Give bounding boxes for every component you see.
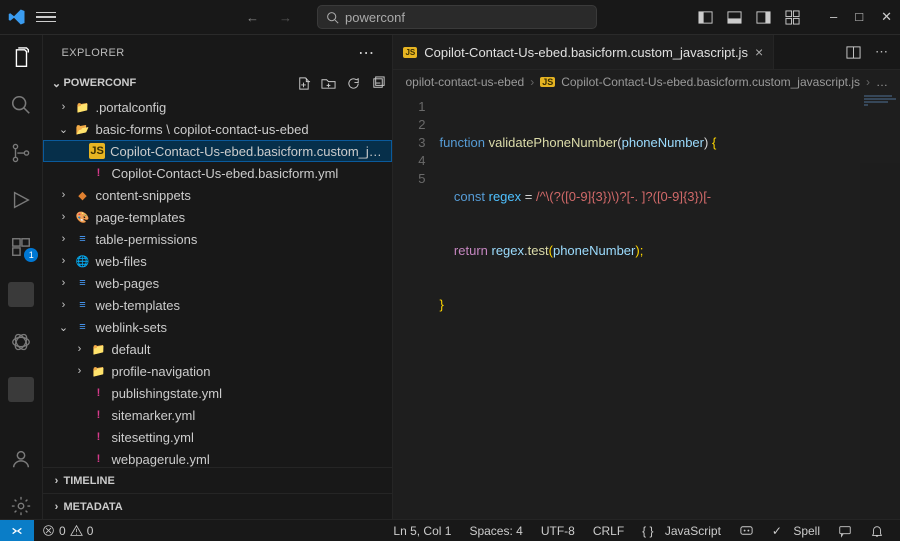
command-center-search[interactable]: powerconf	[317, 5, 597, 29]
code-content[interactable]: function validatePhoneNumber(phoneNumber…	[439, 94, 900, 519]
vscode-logo-icon	[8, 8, 26, 26]
remote-indicator[interactable]	[0, 520, 34, 541]
tree-item[interactable]: ›≡table-permissions	[43, 228, 392, 250]
activity-extensions-icon[interactable]: 1	[8, 235, 34, 260]
explorer-title: EXPLORER	[61, 47, 124, 59]
js-file-icon: JS	[540, 77, 555, 87]
refresh-icon[interactable]	[346, 76, 361, 91]
tree-item[interactable]: ›◆content-snippets	[43, 184, 392, 206]
minimap[interactable]	[860, 94, 900, 519]
activity-run-debug-icon[interactable]	[8, 187, 34, 212]
breadcrumb-seg[interactable]: opilot-contact-us-ebed	[405, 75, 524, 89]
timeline-section[interactable]: › TIMELINE	[43, 467, 392, 493]
tree-item[interactable]: ⌄📂basic-forms \ copilot-contact-us-ebed	[43, 118, 392, 140]
tree-item[interactable]: ›≡web-pages	[43, 272, 392, 294]
js-file-icon: JS	[403, 47, 417, 58]
activity-placeholder-2[interactable]	[8, 377, 34, 402]
explorer-more-icon[interactable]: ⋯	[358, 43, 374, 63]
window-close-icon[interactable]: ✕	[881, 9, 892, 25]
tab-close-icon[interactable]: ×	[755, 44, 763, 60]
activity-bar: 1	[0, 35, 43, 519]
tree-item[interactable]: ›🎨page-templates	[43, 206, 392, 228]
explorer-sidebar: EXPLORER ⋯ ⌄ POWERCONF ›📁.portalconfig⌄📂…	[43, 35, 393, 519]
layout-panel-right-icon[interactable]	[756, 10, 771, 25]
tree-item[interactable]: JSCopilot-Contact-Us-ebed.basicform.cust…	[43, 140, 392, 162]
status-indent[interactable]: Spaces: 4	[461, 524, 530, 538]
breadcrumb-seg[interactable]: Copilot-Contact-Us-ebed.basicform.custom…	[561, 75, 860, 89]
layout-panel-left-icon[interactable]	[698, 10, 713, 25]
timeline-label: TIMELINE	[63, 475, 114, 487]
root-folder-label: POWERCONF	[63, 77, 136, 89]
nav-forward-icon[interactable]: →	[279, 10, 292, 25]
window-maximize-icon[interactable]: □	[855, 9, 863, 25]
editor-more-icon[interactable]: ⋯	[875, 44, 888, 60]
chevron-right-icon: ›	[49, 475, 63, 487]
activity-source-control-icon[interactable]	[8, 140, 34, 165]
new-folder-icon[interactable]	[321, 76, 336, 91]
activity-accounts-icon[interactable]	[8, 446, 34, 471]
status-bar: 0 0 Ln 5, Col 1 Spaces: 4 UTF-8 CRLF { }…	[0, 519, 900, 541]
activity-settings-icon[interactable]	[8, 494, 34, 519]
tab-bar: JS Copilot-Contact-Us-ebed.basicform.cus…	[393, 35, 900, 70]
editor-tab[interactable]: JS Copilot-Contact-Us-ebed.basicform.cus…	[393, 35, 774, 69]
layout-customize-icon[interactable]	[785, 10, 800, 25]
hamburger-menu-icon[interactable]	[36, 12, 56, 23]
activity-placeholder-1[interactable]	[8, 282, 34, 307]
tree-item[interactable]: !Copilot-Contact-Us-ebed.basicform.yml	[43, 162, 392, 184]
breadcrumb-more[interactable]: …	[876, 75, 888, 89]
tree-item[interactable]: !publishingstate.yml	[43, 382, 392, 404]
code-editor[interactable]: 12345 function validatePhoneNumber(phone…	[393, 94, 900, 519]
breadcrumb[interactable]: opilot-contact-us-ebed › JS Copilot-Cont…	[393, 70, 900, 94]
metadata-section[interactable]: › METADATA	[43, 493, 392, 519]
file-tree[interactable]: ›📁.portalconfig⌄📂basic-forms \ copilot-c…	[43, 96, 392, 467]
search-text: powerconf	[345, 10, 405, 25]
tree-item[interactable]: !webpagerule.yml	[43, 448, 392, 467]
tree-item[interactable]: ›📁.portalconfig	[43, 96, 392, 118]
split-editor-icon[interactable]	[846, 45, 861, 60]
activity-explorer-icon[interactable]	[8, 45, 34, 70]
error-icon	[42, 524, 55, 537]
tree-item[interactable]: ›📁default	[43, 338, 392, 360]
status-copilot-icon[interactable]	[731, 523, 762, 538]
new-file-icon[interactable]	[296, 76, 311, 91]
tab-label: Copilot-Contact-Us-ebed.basicform.custom…	[424, 45, 748, 60]
title-bar: ← → powerconf – □ ✕	[0, 0, 900, 35]
tree-item[interactable]: ›≡web-templates	[43, 294, 392, 316]
tree-item[interactable]: ›🌐web-files	[43, 250, 392, 272]
search-icon	[326, 11, 339, 24]
collapse-all-icon[interactable]	[371, 76, 386, 91]
status-notifications-icon[interactable]	[862, 524, 892, 538]
editor-area: JS Copilot-Contact-Us-ebed.basicform.cus…	[393, 35, 900, 519]
status-language[interactable]: { } JavaScript	[634, 524, 729, 538]
tree-item[interactable]: ›📁profile-navigation	[43, 360, 392, 382]
layout-panel-bottom-icon[interactable]	[727, 10, 742, 25]
nav-back-icon[interactable]: ←	[246, 10, 259, 25]
warning-icon	[70, 524, 83, 537]
status-cursor[interactable]: Ln 5, Col 1	[385, 524, 459, 538]
tree-item[interactable]: !sitesetting.yml	[43, 426, 392, 448]
tree-item[interactable]: !sitemarker.yml	[43, 404, 392, 426]
chevron-right-icon: ›	[49, 501, 63, 513]
metadata-label: METADATA	[63, 501, 122, 513]
line-gutter: 12345	[393, 94, 439, 519]
status-eol[interactable]: CRLF	[585, 524, 632, 538]
window-minimize-icon[interactable]: –	[830, 9, 837, 25]
status-problems[interactable]: 0 0	[34, 524, 101, 538]
folder-section-header[interactable]: ⌄ POWERCONF	[43, 70, 392, 96]
tree-item[interactable]: ⌄≡weblink-sets	[43, 316, 392, 338]
activity-power-platform-icon[interactable]	[8, 329, 34, 354]
status-feedback-icon[interactable]	[830, 524, 860, 538]
status-spell[interactable]: ✓ Spell	[764, 524, 828, 538]
extensions-badge: 1	[24, 248, 38, 262]
activity-search-icon[interactable]	[8, 92, 34, 117]
chevron-down-icon: ⌄	[49, 77, 63, 90]
status-encoding[interactable]: UTF-8	[533, 524, 583, 538]
